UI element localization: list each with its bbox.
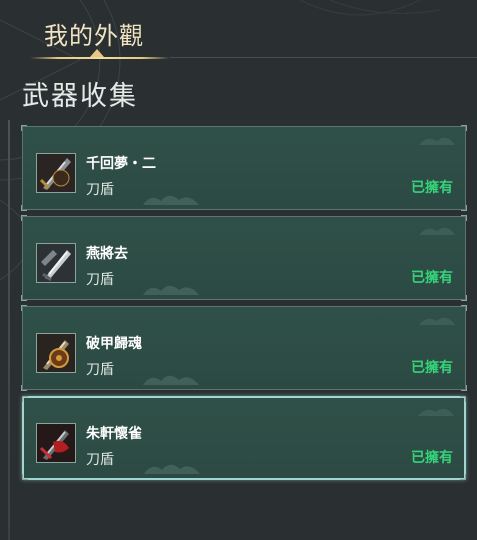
sword-icon <box>36 153 76 193</box>
owned-status: 已擁有 <box>411 270 453 286</box>
corner-ornament <box>461 205 467 211</box>
corner-ornament <box>21 215 27 221</box>
weapon-name: 燕將去 <box>86 246 128 262</box>
weapon-card[interactable]: 千回夢・二 刀盾 已擁有 <box>21 125 467 211</box>
corner-ornament <box>461 385 467 391</box>
weapon-name: 朱軒懷雀 <box>86 426 142 442</box>
corner-ornament <box>22 396 28 402</box>
cloud-ornament <box>418 408 454 416</box>
corner-ornament <box>21 125 27 131</box>
corner-ornament <box>460 396 466 402</box>
cloud-ornament <box>144 464 200 474</box>
corner-ornament <box>21 305 27 311</box>
weapon-card-selected[interactable]: 朱軒懷雀 刀盾 已擁有 <box>22 396 466 480</box>
corner-ornament <box>21 205 27 211</box>
header-divider <box>170 57 477 58</box>
owned-status: 已擁有 <box>411 360 453 376</box>
cloud-ornament <box>143 375 199 385</box>
cloud-ornament <box>419 317 455 325</box>
tab-underline <box>30 57 170 59</box>
sword-icon <box>36 243 76 283</box>
weapon-name: 千回夢・二 <box>86 156 156 172</box>
cloud-ornament <box>143 195 199 205</box>
section-title: 武器收集 <box>22 81 138 112</box>
left-rail <box>8 120 10 540</box>
weapon-card[interactable]: 燕將去 刀盾 已擁有 <box>21 215 467 301</box>
corner-ornament <box>21 295 27 301</box>
corner-ornament <box>461 295 467 301</box>
tab-caret-icon <box>90 49 104 57</box>
weapon-name: 破甲歸魂 <box>86 336 142 352</box>
sword-icon <box>36 333 76 373</box>
owned-status: 已擁有 <box>411 180 453 196</box>
corner-ornament <box>22 474 28 480</box>
corner-ornament <box>461 215 467 221</box>
weapon-type: 刀盾 <box>86 362 114 378</box>
owned-status: 已擁有 <box>411 450 453 466</box>
corner-ornament <box>461 305 467 311</box>
tab-my-appearance[interactable]: 我的外觀 <box>30 6 170 59</box>
weapon-type: 刀盾 <box>86 452 114 468</box>
sword-icon <box>36 423 76 463</box>
tab-label: 我的外觀 <box>44 22 144 50</box>
corner-ornament <box>461 125 467 131</box>
weapon-card[interactable]: 破甲歸魂 刀盾 已擁有 <box>21 305 467 391</box>
corner-ornament <box>21 385 27 391</box>
weapon-type: 刀盾 <box>86 182 114 198</box>
cloud-ornament <box>419 227 455 235</box>
weapon-type: 刀盾 <box>86 272 114 288</box>
cloud-ornament <box>143 285 199 295</box>
corner-ornament <box>460 474 466 480</box>
cloud-ornament <box>419 137 455 145</box>
